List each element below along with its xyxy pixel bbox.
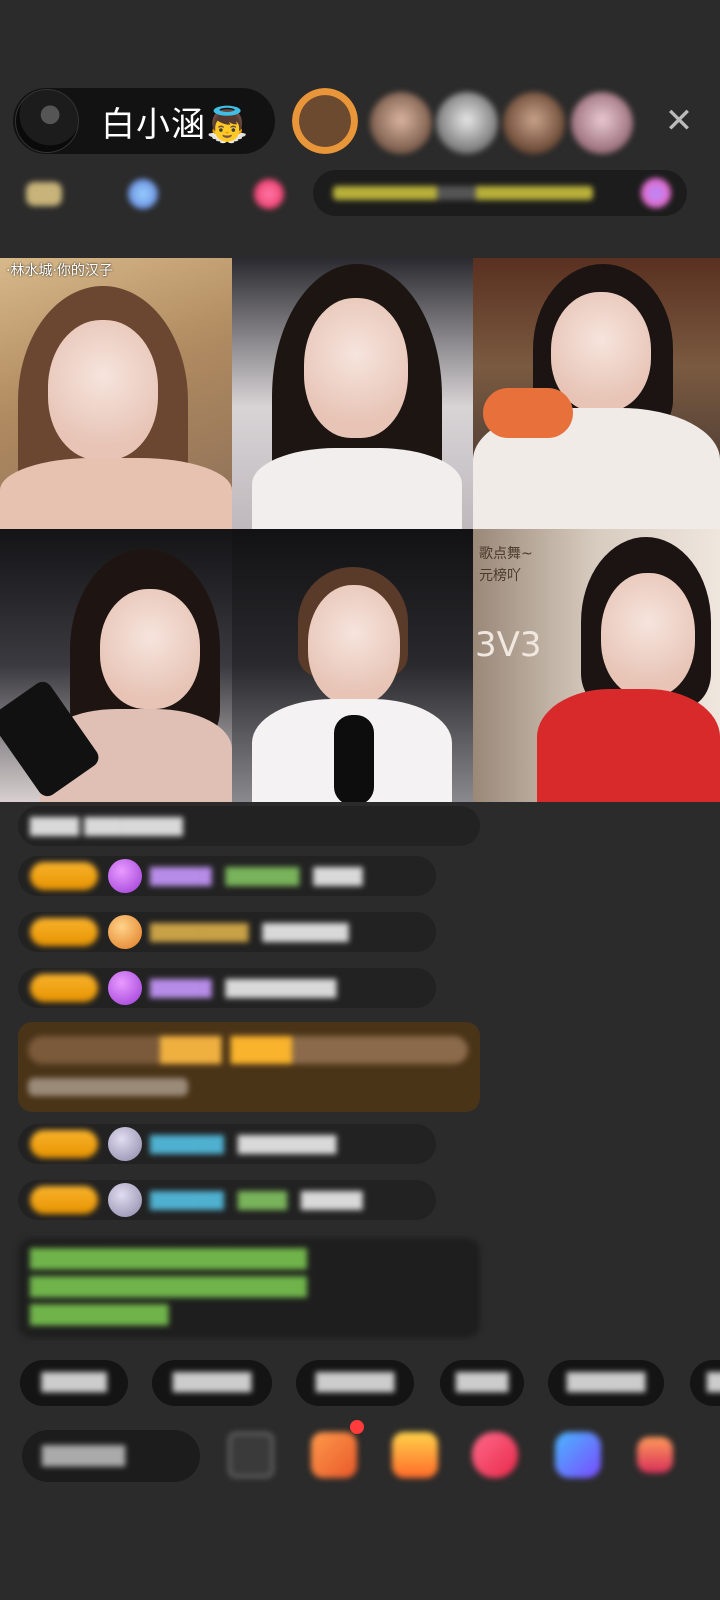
guest-face <box>304 298 408 438</box>
rank-marquee-bar[interactable] <box>313 170 687 216</box>
fan-gem-icon <box>108 1183 142 1217</box>
quick-reply-chip[interactable]: ████ <box>440 1360 524 1406</box>
level-tag <box>30 918 98 946</box>
chat-text: ████ ████████ <box>30 816 183 836</box>
chat-username: ██████ <box>150 1134 224 1154</box>
level-tag <box>30 862 98 890</box>
guest-face <box>551 292 651 412</box>
orange-cushion <box>483 388 573 438</box>
chat-message[interactable]: ████████ ███████ <box>18 912 436 952</box>
guest-body <box>252 448 462 529</box>
message-icon[interactable] <box>555 1432 601 1478</box>
emoji-icon[interactable] <box>228 1432 274 1478</box>
tile-caption: 元榜吖 <box>479 568 521 584</box>
fan-gem-icon <box>108 859 142 893</box>
system-notice: ████████████████████ ████████████████████… <box>18 1238 480 1338</box>
comment-input[interactable]: ██████ <box>22 1430 200 1482</box>
guest-body <box>537 689 720 802</box>
top-viewer-avatar[interactable] <box>292 88 358 154</box>
level-tag <box>30 974 98 1002</box>
guest-video-tile[interactable] <box>232 529 473 802</box>
gift-message[interactable] <box>18 1022 480 1112</box>
shopping-bag-icon[interactable] <box>392 1432 438 1478</box>
fan-gem-icon <box>108 1127 142 1161</box>
rank-marquee-text <box>333 186 593 200</box>
notification-dot <box>350 1420 364 1434</box>
chat-message[interactable]: █████ █████████ <box>18 968 436 1008</box>
quick-reply-chip[interactable]: ██████ <box>548 1360 664 1406</box>
guest-face <box>308 585 400 705</box>
guest-video-tile[interactable] <box>473 258 720 529</box>
guest-face <box>48 320 158 460</box>
chat-username: █████ <box>150 866 212 886</box>
game-icon[interactable] <box>641 178 671 208</box>
guest-video-tile[interactable] <box>232 258 473 529</box>
guest-video-tile[interactable]: ·林水城·你的汉子 <box>0 258 232 529</box>
guest-video-tile[interactable]: 歌点舞~ 元榜吖 3V3 <box>473 529 720 802</box>
chat-username: ████████ <box>150 922 249 942</box>
multi-guest-video-grid: ·林水城·你的汉子 歌点舞~ 元榜吖 3V3 <box>0 258 720 802</box>
quick-reply-chip[interactable]: █████ <box>20 1360 128 1406</box>
guest-video-tile[interactable] <box>0 529 232 802</box>
chat-text: ████ <box>313 866 363 886</box>
room-stats-bar[interactable] <box>20 172 310 216</box>
viewer-avatar[interactable] <box>370 92 432 154</box>
quick-reply-chip[interactable]: ██████ <box>296 1360 414 1406</box>
chat-username: ████ <box>237 1190 288 1210</box>
viewer-avatar[interactable] <box>503 92 565 154</box>
chat-username: ██████ <box>225 866 300 886</box>
chat-message[interactable]: ████ ████████ <box>18 806 480 846</box>
fan-gem-icon <box>108 915 142 949</box>
level-tag <box>30 1130 98 1158</box>
gift-icon[interactable] <box>311 1432 357 1478</box>
medal-icon <box>128 179 158 209</box>
more-icon[interactable] <box>637 1437 673 1473</box>
tile-caption: ·林水城·你的汉子 <box>6 263 113 279</box>
chat-username: ██████ <box>150 1190 224 1210</box>
chat-text: █████ <box>301 1190 363 1210</box>
viewer-avatar[interactable] <box>571 92 633 154</box>
quick-reply-chip[interactable]: ██████ <box>152 1360 272 1406</box>
chat-text: █████████ <box>225 978 337 998</box>
battle-badge: 3V3 <box>475 625 542 665</box>
fan-gem-icon <box>108 971 142 1005</box>
guest-face <box>100 589 200 709</box>
quick-reply-chip[interactable]: ██ <box>690 1360 720 1406</box>
guest-body <box>0 458 232 529</box>
close-icon[interactable]: ✕ <box>661 103 697 139</box>
tile-caption: 歌点舞~ <box>479 546 533 562</box>
chat-text: ███████ <box>262 922 349 942</box>
host-avatar[interactable] <box>15 89 79 153</box>
viewer-avatar[interactable] <box>436 92 498 154</box>
chat-text: ████████ <box>237 1134 337 1154</box>
chat-username: █████ <box>150 978 212 998</box>
level-tag <box>30 1186 98 1214</box>
gift-text <box>28 1078 188 1096</box>
fans-club-icon[interactable] <box>254 179 284 209</box>
host-info-pill[interactable]: 白小涵👼 <box>13 88 275 154</box>
chat-message[interactable]: ██████ ████████ <box>18 1124 436 1164</box>
gift-banner-row <box>28 1036 468 1064</box>
rank-badge-icon <box>26 182 62 206</box>
host-name: 白小涵👼 <box>101 104 250 145</box>
microphone-icon <box>334 715 374 802</box>
like-icon[interactable] <box>472 1432 518 1478</box>
chat-message[interactable]: ██████ ████ █████ <box>18 1180 436 1220</box>
guest-face <box>601 573 695 697</box>
chat-message[interactable]: █████ ██████ ████ <box>18 856 436 896</box>
